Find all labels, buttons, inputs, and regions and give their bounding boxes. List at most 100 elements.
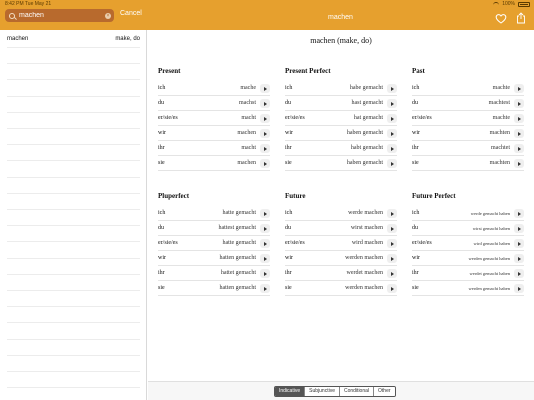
verb-form: haben gemacht [346, 130, 383, 136]
play-icon[interactable] [514, 99, 524, 108]
play-icon[interactable] [514, 84, 524, 93]
play-icon[interactable] [514, 269, 524, 278]
pronoun: ihr [412, 270, 419, 276]
empty-row [7, 194, 140, 210]
verb-form: hast gemacht [351, 100, 384, 106]
play-icon[interactable] [260, 159, 270, 168]
play-icon[interactable] [387, 239, 397, 248]
verb-form: werde machen [348, 210, 383, 216]
play-icon[interactable] [514, 144, 524, 153]
play-icon[interactable] [260, 99, 270, 108]
empty-row [7, 356, 140, 372]
conjugation-row: ich werde gemacht haben [412, 206, 524, 221]
play-icon[interactable] [387, 269, 397, 278]
play-icon[interactable] [387, 254, 397, 263]
empty-row [7, 162, 140, 178]
pronoun: er/sie/es [285, 115, 305, 121]
play-icon[interactable] [514, 114, 524, 123]
list-item-translation: make, do [115, 36, 140, 42]
play-icon[interactable] [387, 209, 397, 218]
pronoun: du [285, 225, 291, 231]
play-icon[interactable] [260, 254, 270, 263]
conjugation-row: du hattest gemacht [158, 221, 270, 236]
play-icon[interactable] [514, 159, 524, 168]
play-icon[interactable] [387, 144, 397, 153]
verb-form: werdet machen [346, 270, 383, 276]
play-icon[interactable] [514, 129, 524, 138]
conjugation-row: ihr habt gemacht [285, 141, 397, 156]
verb-form: machen [237, 160, 256, 166]
tab-subjunctive[interactable]: Subjunctive [305, 387, 340, 396]
play-icon[interactable] [260, 129, 270, 138]
empty-row [7, 145, 140, 162]
play-icon[interactable] [260, 114, 270, 123]
pronoun: ich [412, 210, 420, 216]
empty-row [7, 81, 140, 97]
pronoun: er/sie/es [158, 115, 178, 121]
verb-form: werden gemacht haben [468, 256, 510, 261]
play-icon[interactable] [260, 224, 270, 233]
tense-block: Future ich werde machen du wirst machen er/si… [285, 192, 397, 296]
pronoun: wir [285, 130, 293, 136]
empty-row [7, 275, 140, 291]
play-icon[interactable] [514, 209, 524, 218]
play-icon[interactable] [387, 84, 397, 93]
play-icon[interactable] [260, 284, 270, 293]
pronoun: sie [285, 285, 292, 291]
play-icon[interactable] [387, 129, 397, 138]
status-bar: 8:42 PM Tue May 21 100% [0, 0, 534, 8]
conjugation-row: sie haben gemacht [285, 156, 397, 171]
conjugation-row: ich machte [412, 81, 524, 96]
verb-form: wird gemacht haben [473, 241, 511, 246]
search-input[interactable] [19, 12, 99, 19]
play-icon[interactable] [387, 99, 397, 108]
verb-form: wird machen [351, 240, 383, 246]
conjugation-row: ich habe gemacht [285, 81, 397, 96]
play-icon[interactable] [387, 284, 397, 293]
conjugation-row: du machst [158, 96, 270, 111]
tab-conditional[interactable]: Conditional [339, 387, 375, 396]
play-icon[interactable] [260, 84, 270, 93]
play-icon[interactable] [514, 224, 524, 233]
empty-row [7, 113, 140, 129]
tab-other[interactable]: Other [374, 387, 395, 396]
conjugation-row: ihr werdet machen [285, 266, 397, 281]
conjugation-row: er/sie/es wird gemacht haben [412, 236, 524, 251]
tab-indicative[interactable]: Indicative [275, 387, 306, 396]
conjugation-row: du wirst gemacht haben [412, 221, 524, 236]
conjugation-row: wir machten [412, 126, 524, 141]
pronoun: ihr [412, 145, 419, 151]
conjugation-row: wir haben gemacht [285, 126, 397, 141]
list-item[interactable]: machen make, do [7, 32, 140, 48]
play-icon[interactable] [514, 284, 524, 293]
empty-row [7, 178, 140, 194]
search-bar[interactable]: × [5, 9, 114, 22]
tense-title: Pluperfect [158, 192, 190, 200]
play-icon[interactable] [260, 239, 270, 248]
pronoun: sie [412, 285, 419, 291]
clear-icon[interactable]: × [105, 12, 111, 19]
empty-row [7, 210, 140, 227]
play-icon[interactable] [260, 269, 270, 278]
verb-form: werden gemacht haben [468, 286, 510, 291]
play-icon[interactable] [260, 209, 270, 218]
play-icon[interactable] [514, 239, 524, 248]
heart-icon[interactable] [495, 13, 507, 24]
play-icon[interactable] [387, 224, 397, 233]
conjugation-row: er/sie/es hat gemacht [285, 111, 397, 126]
conjugation-row: du hast gemacht [285, 96, 397, 111]
play-icon[interactable] [260, 144, 270, 153]
pronoun: wir [412, 130, 420, 136]
play-icon[interactable] [514, 254, 524, 263]
tense-title: Future Perfect [412, 192, 456, 200]
conjugation-row: er/sie/es wird machen [285, 236, 397, 251]
verb-form: macht [241, 115, 256, 121]
cancel-button[interactable]: Cancel [120, 10, 142, 17]
conjugation-row: ihr machtet [412, 141, 524, 156]
play-icon[interactable] [387, 114, 397, 123]
conjugation-row: er/sie/es macht [158, 111, 270, 126]
share-icon[interactable] [516, 12, 526, 24]
verb-heading: machen (make, do) [310, 36, 372, 45]
play-icon[interactable] [387, 159, 397, 168]
conjugation-panel: machen (make, do) Present ich mache du machs… [148, 30, 534, 400]
